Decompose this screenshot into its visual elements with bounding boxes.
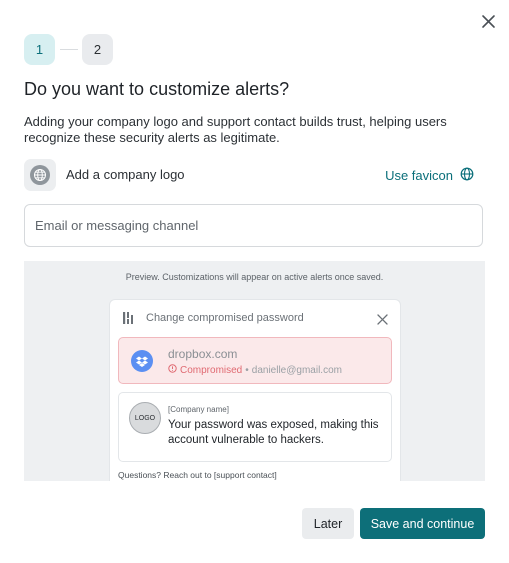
account-email: danielle@gmail.com xyxy=(251,364,342,376)
company-logo-row: Add a company logo Use favicon xyxy=(24,159,474,191)
site-status: Compromised • danielle@gmail.com xyxy=(168,364,342,376)
use-favicon-label: Use favicon xyxy=(385,168,453,183)
add-logo-button[interactable] xyxy=(24,159,56,191)
company-name: [Company name] xyxy=(168,405,229,414)
support-contact-input[interactable] xyxy=(24,204,483,247)
save-and-continue-button[interactable]: Save and continue xyxy=(360,508,485,539)
close-icon xyxy=(377,312,388,330)
add-logo-label: Add a company logo xyxy=(66,167,185,182)
close-icon[interactable] xyxy=(480,13,497,30)
customize-alerts-dialog: 1 2 Do you want to customize alerts? Add… xyxy=(0,0,509,563)
preview-alert-card: Change compromised password dropbox.com xyxy=(109,299,401,481)
alert-message-box: LOGO [Company name] Your password was ex… xyxy=(118,392,392,462)
card-header: Change compromised password xyxy=(110,300,400,336)
globe-icon xyxy=(30,165,50,185)
dialog-title: Do you want to customize alerts? xyxy=(24,79,290,99)
site-name: dropbox.com xyxy=(168,347,238,361)
alert-preview: Preview. Customizations will appear on a… xyxy=(24,261,485,481)
support-contact-line: Questions? Reach out to [support contact… xyxy=(118,470,277,480)
preview-note: Preview. Customizations will appear on a… xyxy=(125,272,384,282)
compromised-site: dropbox.com Compromised • danielle@gmail… xyxy=(118,337,392,384)
step-2: 2 xyxy=(82,34,113,65)
card-title: Change compromised password xyxy=(146,312,304,324)
brand-icon xyxy=(122,311,136,330)
status-separator: • xyxy=(245,364,249,376)
alert-message: Your password was exposed, making this a… xyxy=(168,419,379,446)
company-logo-placeholder: LOGO xyxy=(129,402,161,434)
dropbox-icon xyxy=(131,350,153,372)
later-button[interactable]: Later xyxy=(302,508,354,539)
step-connector xyxy=(60,49,78,50)
use-favicon-link[interactable]: Use favicon xyxy=(385,167,474,184)
globe-icon xyxy=(460,167,474,184)
dialog-description: Adding your company logo and support con… xyxy=(24,114,447,145)
stepper: 1 2 xyxy=(24,34,124,66)
alert-circle-icon xyxy=(168,364,177,376)
status-label: Compromised xyxy=(180,364,243,376)
step-1: 1 xyxy=(24,34,55,65)
